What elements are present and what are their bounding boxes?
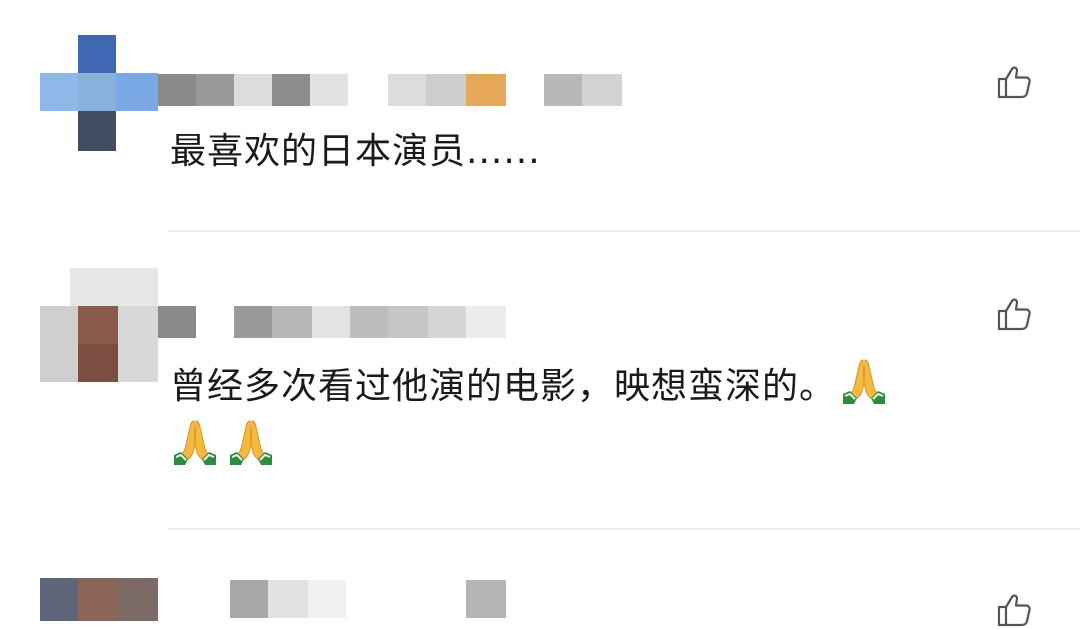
like-button[interactable] — [994, 62, 1034, 102]
username[interactable] — [230, 580, 510, 618]
username[interactable] — [158, 306, 508, 338]
username[interactable] — [158, 74, 628, 106]
comment-item — [0, 530, 1080, 621]
comment-item: 最喜欢的日本演员...... — [0, 0, 1080, 232]
avatar[interactable] — [40, 268, 158, 386]
comment-text: 曾经多次看过他演的电影，映想蛮深的。 — [170, 356, 1030, 478]
comment-text: 最喜欢的日本演员...... — [170, 131, 541, 172]
folded-hands-icon — [226, 417, 276, 467]
avatar[interactable] — [40, 35, 158, 153]
like-button[interactable] — [994, 590, 1034, 630]
comment-text-body: 曾经多次看过他演的电影，映想蛮深的。 — [170, 366, 837, 407]
folded-hands-icon — [170, 417, 220, 467]
folded-hands-icon — [839, 356, 889, 406]
comment-item: 曾经多次看过他演的电影，映想蛮深的。 — [0, 232, 1080, 530]
like-button[interactable] — [994, 294, 1034, 334]
avatar[interactable] — [40, 578, 158, 621]
